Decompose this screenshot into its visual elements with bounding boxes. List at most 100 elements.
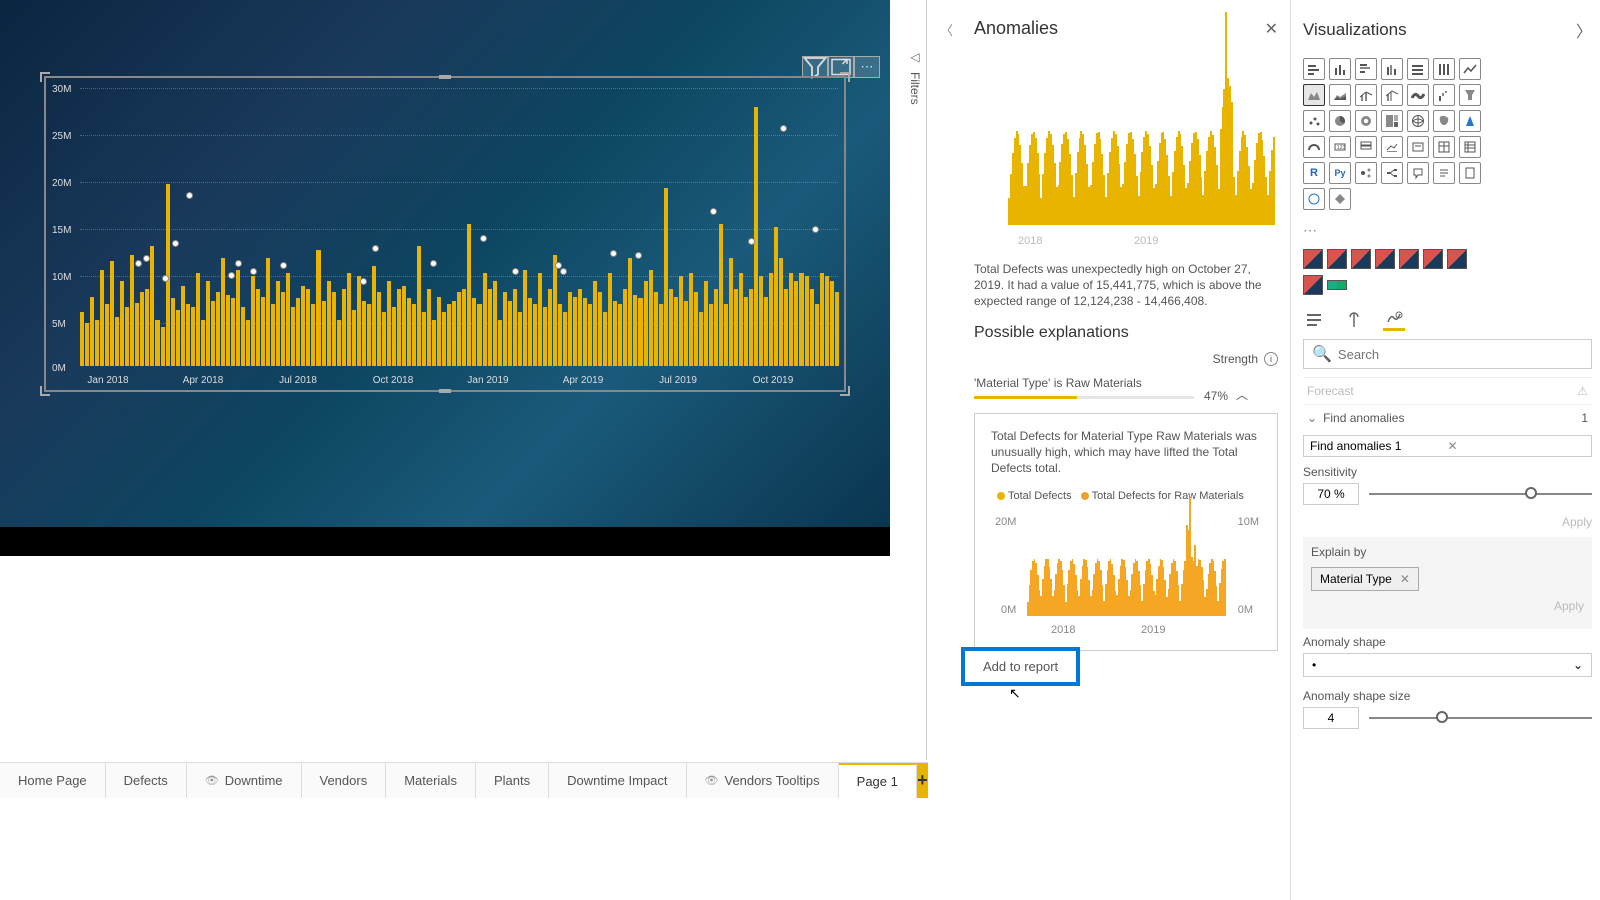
key-influencers-icon[interactable] [1355, 162, 1377, 184]
filled-map-icon[interactable] [1433, 110, 1455, 132]
explanation-mini-chart[interactable]: 20M 0M 10M 0M 2018 2019 [991, 510, 1261, 640]
y-axis-label: 20M [52, 178, 71, 189]
stacked-area-icon[interactable] [1329, 84, 1351, 106]
hundred-pct-bar-icon[interactable] [1407, 58, 1429, 80]
add-page-button[interactable]: + [917, 763, 928, 798]
analytics-tab-icon[interactable] [1383, 309, 1405, 331]
python-visual-icon[interactable]: Py [1329, 162, 1351, 184]
power-apps-icon[interactable] [1329, 188, 1351, 210]
theme-swatch[interactable] [1303, 275, 1323, 295]
area-chart-icon[interactable] [1303, 84, 1325, 106]
fields-tab-icon[interactable] [1303, 309, 1325, 331]
collapse-anomalies-icon[interactable]: 〈 [940, 20, 953, 39]
chevron-up-icon[interactable]: ︿ [1236, 386, 1248, 403]
chevron-right-icon[interactable]: 〉 [1576, 18, 1592, 42]
azure-map-icon[interactable] [1459, 110, 1481, 132]
anomaly-shape-label: Anomaly shape [1303, 635, 1592, 649]
explain-by-field-chip[interactable]: Material Type ✕ [1311, 567, 1419, 591]
paginated-report-icon[interactable] [1459, 162, 1481, 184]
anomaly-shape-size-slider[interactable] [1369, 717, 1592, 719]
gauge-icon[interactable] [1303, 136, 1325, 158]
more-options-icon[interactable]: ⋯ [854, 56, 880, 78]
card-icon[interactable]: 123 [1329, 136, 1351, 158]
report-canvas[interactable]: ⋯ 30M 25M 20M 15M 10M 5M 0M Jan 2018 Apr… [0, 0, 927, 760]
table-icon[interactable] [1433, 136, 1455, 158]
hundred-pct-column-icon[interactable] [1433, 58, 1455, 80]
search-input[interactable] [1338, 347, 1583, 362]
close-icon[interactable]: ✕ [1265, 19, 1278, 39]
kpi-icon[interactable] [1381, 136, 1403, 158]
donut-icon[interactable] [1355, 110, 1377, 132]
stacked-column-icon[interactable] [1329, 58, 1351, 80]
page-tab-vendors[interactable]: Vendors [302, 763, 387, 798]
forecast-row[interactable]: Forecast ⚠ [1303, 377, 1592, 404]
total-defects-line-chart[interactable]: 30M 25M 20M 15M 10M 5M 0M Jan 2018 Apr 2… [48, 80, 842, 388]
clustered-column-icon[interactable] [1381, 58, 1403, 80]
remove-icon[interactable]: ✕ [1448, 439, 1586, 453]
remove-icon[interactable]: ✕ [1400, 572, 1410, 586]
page-tab-page1[interactable]: Page 1 [839, 763, 917, 798]
anomaly-overview-chart[interactable]: 2018 2019 [974, 51, 1278, 251]
funnel-icon[interactable] [1459, 84, 1481, 106]
theme-swatch[interactable] [1351, 249, 1371, 269]
theme-swatch[interactable] [1303, 249, 1323, 269]
analytics-search[interactable]: 🔍 [1303, 339, 1592, 369]
filters-pane-collapsed[interactable]: ◁ Filters [904, 50, 926, 140]
anomalies-title: Anomalies [974, 18, 1058, 39]
chart-plot-area [80, 88, 838, 366]
filter-icon[interactable] [802, 56, 828, 78]
visualizations-title: Visualizations [1303, 20, 1407, 40]
page-tab-vendors-tooltips[interactable]: 👁Vendors Tooltips [687, 763, 839, 798]
page-tab-defects[interactable]: Defects [106, 763, 187, 798]
qa-visual-icon[interactable] [1407, 162, 1429, 184]
anomaly-shape-size-input[interactable]: 4 [1303, 707, 1359, 729]
theme-swatch[interactable] [1447, 249, 1467, 269]
strength-label: Strength [1213, 352, 1258, 366]
add-to-report-button[interactable]: Add to report [961, 647, 1080, 686]
hidden-icon: 👁 [205, 774, 219, 787]
page-tab-materials[interactable]: Materials [386, 763, 476, 798]
chevron-down-icon[interactable]: ⌄ [1307, 411, 1317, 425]
slicer-icon[interactable] [1407, 136, 1429, 158]
format-tab-icon[interactable] [1343, 309, 1365, 331]
anomaly-shape-value: • [1312, 658, 1316, 672]
multi-row-card-icon[interactable] [1355, 136, 1377, 158]
theme-swatch[interactable] [1423, 249, 1443, 269]
find-anomalies-chip[interactable]: Find anomalies 1 ✕ [1303, 435, 1592, 457]
apply-button[interactable]: Apply [1311, 599, 1584, 613]
line-column-icon[interactable] [1355, 84, 1377, 106]
page-tab-downtime[interactable]: 👁Downtime [187, 763, 302, 798]
pie-icon[interactable] [1329, 110, 1351, 132]
explanation-strength-bar: 47% ︿ [974, 396, 1194, 399]
arcgis-icon[interactable] [1303, 188, 1325, 210]
theme-swatch[interactable] [1375, 249, 1395, 269]
theme-swatch[interactable] [1327, 249, 1347, 269]
page-tab-plants[interactable]: Plants [476, 763, 549, 798]
anomaly-shape-dropdown[interactable]: • ⌄ [1303, 653, 1592, 677]
line-clustered-column-icon[interactable] [1381, 84, 1403, 106]
treemap-icon[interactable] [1381, 110, 1403, 132]
theme-swatch[interactable] [1327, 280, 1347, 290]
smart-narrative-icon[interactable] [1433, 162, 1455, 184]
map-icon[interactable] [1407, 110, 1429, 132]
theme-swatch[interactable] [1399, 249, 1419, 269]
info-icon[interactable]: i [1264, 352, 1278, 366]
page-tab-downtime-impact[interactable]: Downtime Impact [549, 763, 686, 798]
sensitivity-slider[interactable] [1369, 493, 1592, 495]
r-visual-icon[interactable]: R [1303, 162, 1325, 184]
stacked-bar-icon[interactable] [1303, 58, 1325, 80]
x-axis-label: Jan 2019 [467, 375, 508, 386]
clustered-bar-icon[interactable] [1355, 58, 1377, 80]
ribbon-chart-icon[interactable] [1407, 84, 1429, 106]
decomposition-tree-icon[interactable] [1381, 162, 1403, 184]
more-visuals-icon[interactable]: ⋯ [1303, 218, 1592, 249]
mini2-ylabel: 10M [1238, 516, 1259, 528]
waterfall-icon[interactable] [1433, 84, 1455, 106]
sensitivity-input[interactable]: 70 % [1303, 483, 1359, 505]
line-chart-icon[interactable] [1459, 58, 1481, 80]
find-anomalies-row[interactable]: ⌄ Find anomalies 1 [1303, 404, 1592, 431]
matrix-icon[interactable] [1459, 136, 1481, 158]
scatter-icon[interactable] [1303, 110, 1325, 132]
page-tab-home[interactable]: Home Page [0, 763, 106, 798]
apply-button[interactable]: Apply [1303, 515, 1592, 529]
